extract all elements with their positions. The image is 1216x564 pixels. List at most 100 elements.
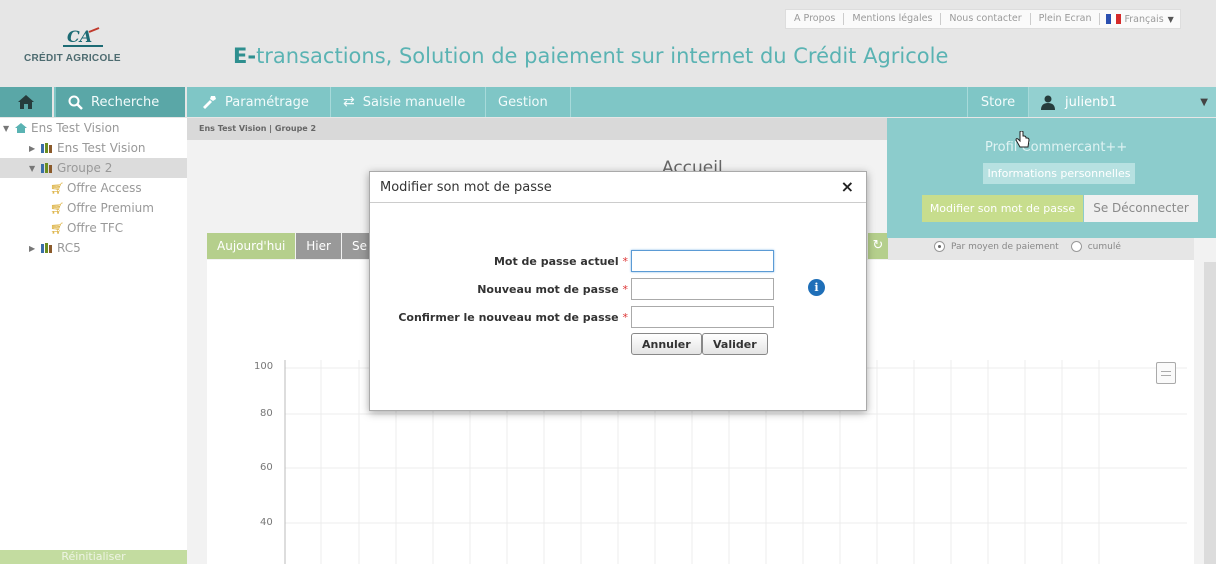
cart-icon: 🛒︎ — [50, 181, 64, 195]
change-password-button[interactable]: Modifier son mot de passe — [922, 195, 1083, 222]
change-password-dialog: Modifier son mot de passe × Mot de passe… — [369, 171, 867, 411]
validate-button[interactable]: Valider — [702, 333, 768, 355]
tab-aujourdhui[interactable]: Aujourd'hui — [207, 233, 296, 259]
nav-search[interactable]: Recherche — [56, 87, 187, 117]
tree-item-offre-tfc[interactable]: 🛒︎ Offre TFC — [0, 218, 187, 238]
hand-pointer-icon — [1015, 131, 1030, 148]
reset-button[interactable]: Réinitialiser — [0, 550, 187, 564]
tree-label: Groupe 2 — [57, 161, 113, 175]
period-tabs: Aujourd'hui Hier Se — [207, 233, 378, 259]
nav-store-label: Store — [980, 94, 1016, 110]
current-password-input[interactable] — [631, 250, 774, 272]
new-password-label: Nouveau mot de passe * — [477, 283, 628, 296]
radio-cumulative-label: cumulé — [1087, 241, 1121, 252]
new-password-label-text: Nouveau mot de passe — [477, 282, 619, 296]
credit-agricole-logo[interactable]: CA CRÉDIT AGRICOLE — [22, 20, 152, 72]
expanded-triangle-icon: ▼ — [29, 163, 36, 173]
collapsed-triangle-icon: ▶ — [29, 243, 36, 253]
caret-down-icon: ▼ — [1167, 14, 1174, 24]
sidebar-tree: ▼ Ens Test Vision ▶ Ens Test Vision ▼ Gr… — [0, 118, 187, 564]
tree-item-offre-premium[interactable]: 🛒︎ Offre Premium — [0, 198, 187, 218]
required-mark: * — [622, 310, 629, 324]
logo-mark-text: CA — [67, 27, 92, 46]
nav-home[interactable] — [0, 87, 54, 117]
cart-icon: 🛒︎ — [50, 221, 64, 235]
nav-gestion[interactable]: Gestion — [486, 87, 571, 117]
user-icon — [1041, 95, 1055, 110]
expanded-triangle-icon: ▼ — [3, 123, 10, 133]
home-icon — [18, 95, 34, 109]
refresh-button[interactable]: ↻ — [868, 233, 888, 259]
close-icon[interactable]: × — [841, 177, 854, 196]
y-tick-100: 100 — [254, 361, 274, 372]
tree-label: Ens Test Vision — [57, 141, 146, 155]
top-links-bar: A Propos Mentions légales Nous contacter… — [785, 9, 1181, 29]
y-tick-80: 80 — [260, 408, 273, 419]
confirm-password-label: Confirmer le nouveau mot de passe * — [398, 311, 628, 324]
nav-gestion-label: Gestion — [498, 94, 548, 110]
caret-down-icon: ▼ — [1200, 96, 1208, 108]
title-prefix: E- — [233, 44, 257, 68]
export-menu-icon[interactable] — [1156, 362, 1176, 384]
books-icon — [41, 143, 52, 153]
logo-text: CRÉDIT AGRICOLE — [24, 53, 121, 64]
current-password-label-text: Mot de passe actuel — [493, 254, 619, 268]
link-mentions-legales[interactable]: Mentions légales — [844, 13, 942, 25]
tree-item-root[interactable]: ▼ Ens Test Vision — [0, 118, 187, 138]
current-password-label: Mot de passe actuel * — [494, 255, 628, 268]
collapsed-triangle-icon: ▶ — [29, 143, 36, 153]
nav-saisie-manuelle[interactable]: ⇄ Saisie manuelle — [331, 87, 486, 117]
link-nous-contacter[interactable]: Nous contacter — [941, 13, 1031, 25]
scrollbar[interactable] — [1204, 262, 1216, 564]
tree-item-ens[interactable]: ▶ Ens Test Vision — [0, 138, 187, 158]
nav-saisie-label: Saisie manuelle — [362, 94, 466, 110]
site-title: E-transactions, Solution de paiement sur… — [233, 44, 948, 68]
row-current-password: Mot de passe actuel * — [370, 250, 868, 272]
cancel-button[interactable]: Annuler — [631, 333, 702, 355]
tree-label: RC5 — [57, 241, 81, 255]
tab-hier[interactable]: Hier — [296, 233, 341, 259]
info-icon[interactable]: i — [808, 279, 825, 296]
personal-info-button[interactable]: Informations personnelles — [983, 163, 1135, 184]
tree-label: Ens Test Vision — [31, 121, 120, 135]
nav-parametrage[interactable]: Paramétrage — [189, 87, 331, 117]
home-folder-icon — [15, 123, 27, 133]
ca-logo-icon: CA — [63, 27, 103, 47]
language-selector[interactable]: Français ▼ — [1100, 14, 1179, 25]
required-mark: * — [622, 254, 629, 268]
exchange-arrows-icon: ⇄ — [343, 94, 355, 110]
main-navbar: Recherche Paramétrage ⇄ Saisie manuelle … — [0, 87, 1216, 117]
title-rest: transactions, Solution de paiement sur i… — [256, 44, 949, 68]
row-new-password: Nouveau mot de passe * — [370, 278, 868, 300]
language-label: Français — [1124, 13, 1164, 25]
dialog-header: Modifier son mot de passe × — [370, 172, 866, 203]
radio-by-payment[interactable] — [934, 241, 945, 252]
row-confirm-password: Confirmer le nouveau mot de passe * — [370, 306, 868, 328]
refresh-icon: ↻ — [872, 238, 884, 253]
logout-button[interactable]: Se Déconnecter — [1084, 195, 1198, 222]
confirm-password-input[interactable] — [631, 306, 774, 328]
y-tick-40: 40 — [260, 517, 273, 528]
nav-user-menu[interactable]: julienb1 ▼ — [1029, 87, 1216, 117]
link-a-propos[interactable]: A Propos — [786, 13, 845, 25]
new-password-input[interactable] — [631, 278, 774, 300]
tree-label: Offre Premium — [66, 201, 154, 215]
wrench-icon — [203, 96, 216, 109]
profile-title: Profil Commercant++ — [985, 140, 1128, 155]
books-icon — [41, 163, 52, 173]
required-mark: * — [622, 282, 629, 296]
user-name: julienb1 — [1065, 94, 1117, 110]
radio-by-payment-label: Par moyen de paiement — [951, 241, 1059, 252]
french-flag-icon — [1106, 14, 1121, 24]
search-icon — [68, 95, 83, 110]
radio-cumulative[interactable] — [1070, 241, 1082, 252]
tree-label: Offre TFC — [66, 221, 124, 235]
tree-item-groupe2[interactable]: ▼ Groupe 2 — [0, 158, 187, 178]
tree-item-offre-access[interactable]: 🛒︎ Offre Access — [0, 178, 187, 198]
link-plein-ecran[interactable]: Plein Ecran — [1031, 13, 1101, 25]
nav-store[interactable]: Store — [967, 87, 1029, 117]
books-icon — [41, 243, 52, 253]
breadcrumb: Ens Test Vision | Groupe 2 — [187, 118, 887, 140]
dialog-title: Modifier son mot de passe — [380, 180, 552, 195]
tree-item-rc5[interactable]: ▶ RC5 — [0, 238, 187, 258]
